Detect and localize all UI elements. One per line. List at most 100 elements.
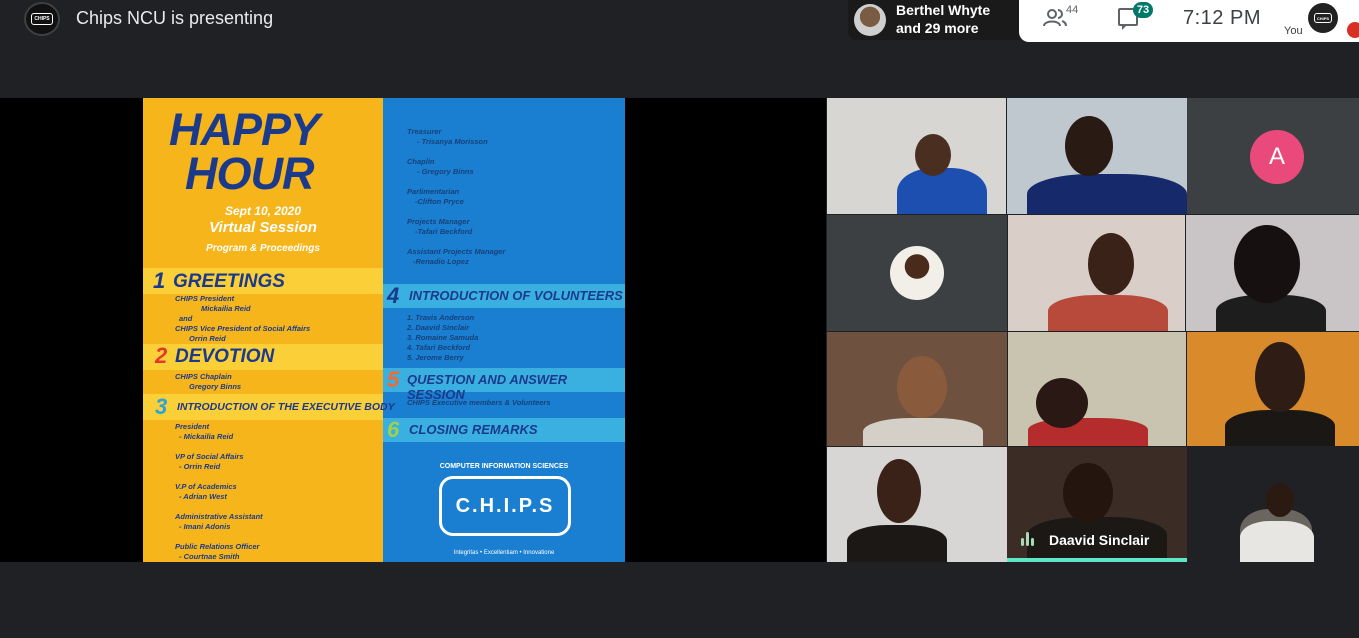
exec-role: Treasurer xyxy=(407,127,442,136)
participant-tile[interactable] xyxy=(827,332,1007,446)
slide-title-line2: HOUR xyxy=(185,148,315,199)
participants-name-line1: Berthel Whyte xyxy=(896,2,991,18)
slide-date: Sept 10, 2020 xyxy=(224,204,302,218)
participant-face xyxy=(1234,225,1300,303)
participant-avatar xyxy=(854,4,886,36)
chat-badge: 73 xyxy=(1133,2,1153,18)
mic-off-icon xyxy=(1347,22,1359,38)
participant-face xyxy=(1036,378,1088,428)
self-avatar[interactable]: CHIPS xyxy=(1308,3,1338,33)
people-icon[interactable] xyxy=(1043,8,1067,28)
devotion-line: Gregory Binns xyxy=(189,382,242,391)
participants-name-line2: and 29 more xyxy=(896,20,979,36)
presentation-slide: HAPPY HOUR Sept 10, 2020 Virtual Session… xyxy=(143,98,625,562)
section-number: 4 xyxy=(387,283,400,308)
exec-name: - Gregory Binns xyxy=(417,167,474,176)
participant-tile[interactable] xyxy=(827,447,1007,562)
participant-tile[interactable] xyxy=(1008,215,1185,331)
exec-name: - Orrin Reid xyxy=(179,462,221,471)
greetings-line: Orrin Reid xyxy=(189,334,226,343)
participant-body xyxy=(1027,174,1187,214)
section-number: 5 xyxy=(387,367,400,392)
active-speaker-bar xyxy=(1007,558,1187,562)
slide-title-line1: HAPPY xyxy=(169,104,320,155)
participant-face xyxy=(1255,342,1305,412)
slide-subtitle: Program & Proceedings xyxy=(206,243,320,254)
volunteer-item: 4. Tafari Beckford xyxy=(407,343,471,352)
slide-session: Virtual Session xyxy=(209,219,317,236)
section-title: INTRODUCTION OF THE EXECUTIVE BODY xyxy=(177,401,395,413)
section-title: CLOSING REMARKS xyxy=(409,422,538,437)
volunteer-item: 1. Travis Anderson xyxy=(407,313,475,322)
participant-face xyxy=(1266,483,1294,517)
section-title: INTRODUCTION OF VOLUNTEERS xyxy=(409,288,623,303)
participant-tile[interactable] xyxy=(1007,98,1187,214)
volunteer-item: 5. Jerome Berry xyxy=(407,353,464,362)
participant-tile-active[interactable]: Daavid Sinclair xyxy=(1007,447,1187,558)
presenter-avatar: CHIPS xyxy=(24,2,60,36)
exec-list-right: Treasurer - Trisanya Morisson Chaplin - … xyxy=(407,127,505,267)
participant-body xyxy=(897,168,987,214)
exec-role: V.P of Academics xyxy=(175,482,237,491)
exec-name: -Renadio Lopez xyxy=(413,257,469,266)
participants-preview[interactable]: Berthel Whyte and 29 more xyxy=(848,0,1020,40)
exec-name: - Courtnae Smith xyxy=(179,552,240,561)
section-number: 1 xyxy=(153,268,166,293)
exec-role: President xyxy=(175,422,210,431)
exec-name: - Mickailia Reid xyxy=(179,432,234,441)
qa-note: CHIPS Executive members & Volunteers xyxy=(407,398,551,407)
exec-name: - Imani Adonis xyxy=(179,522,231,531)
participant-tile[interactable] xyxy=(827,98,1006,214)
exec-name: -Clifton Pryce xyxy=(415,197,464,206)
volunteer-item: 2. Daavid Sinclair xyxy=(407,323,470,332)
section-number: 3 xyxy=(155,394,168,419)
cis-label: COMPUTER INFORMATION SCIENCES xyxy=(439,463,569,470)
presenting-title: Chips NCU is presenting xyxy=(76,8,274,28)
participant-face xyxy=(1088,233,1134,295)
presentation-stage: HAPPY HOUR Sept 10, 2020 Virtual Session… xyxy=(0,98,826,562)
participant-body xyxy=(847,525,947,562)
self-label: You xyxy=(1284,25,1303,37)
participant-face xyxy=(897,356,947,418)
section-title: DEVOTION xyxy=(175,346,275,367)
exec-list: President - Mickailia Reid VP of Social … xyxy=(175,422,263,562)
greetings-line: and xyxy=(179,314,193,323)
volunteer-item: 3. Romaine Samuda xyxy=(407,333,479,342)
participant-face xyxy=(915,134,951,176)
exec-name: - Adrian West xyxy=(179,492,227,501)
meeting-controls: 44 73 7:12 PM You CHIPS xyxy=(1019,0,1359,42)
devotion-line: CHIPS Chaplain xyxy=(175,372,232,381)
slide-title: HAPPY HOUR xyxy=(169,104,320,199)
participant-body xyxy=(1048,295,1168,331)
exec-role: Chaplin xyxy=(407,157,435,166)
exec-name: - Trisanya Morisson xyxy=(417,137,488,146)
exec-role: Projects Manager xyxy=(407,217,470,226)
participant-tile[interactable] xyxy=(827,215,1007,331)
exec-role: Parlimentarian xyxy=(407,187,460,196)
clock: 7:12 PM xyxy=(1183,7,1261,29)
top-bar: CHIPS Chips NCU is presenting Berthel Wh… xyxy=(0,0,1359,44)
people-count: 44 xyxy=(1066,4,1079,16)
participant-face xyxy=(1065,116,1113,176)
participant-face xyxy=(1063,463,1113,523)
presenter-logo-text: CHIPS xyxy=(31,13,53,25)
participant-tile[interactable] xyxy=(1186,215,1359,331)
participant-body xyxy=(1240,521,1314,562)
speaking-icon xyxy=(1021,532,1037,548)
participant-initial-avatar: A xyxy=(1250,130,1304,184)
participant-tile[interactable]: A xyxy=(1187,98,1359,214)
participant-tile[interactable] xyxy=(1187,332,1359,446)
section-number: 6 xyxy=(387,417,400,442)
exec-role: VP of Social Affairs xyxy=(175,452,244,461)
exec-role: Public Relations Officer xyxy=(175,542,260,551)
participant-tile[interactable] xyxy=(1008,332,1186,446)
greetings-text: CHIPS President Mickailia Reid and CHIPS… xyxy=(175,294,310,344)
participant-body xyxy=(1225,410,1335,446)
devotion-text: CHIPS Chaplain Gregory Binns xyxy=(175,372,241,392)
volunteer-list: 1. Travis Anderson 2. Daavid Sinclair 3.… xyxy=(407,313,478,363)
participants-names: Berthel Whyte and 29 more xyxy=(896,1,990,37)
participant-tile[interactable] xyxy=(1188,447,1359,562)
exec-role: Assistant Projects Manager xyxy=(407,247,506,256)
greetings-line: Mickailia Reid xyxy=(201,304,251,313)
section-title: GREETINGS xyxy=(173,271,285,292)
